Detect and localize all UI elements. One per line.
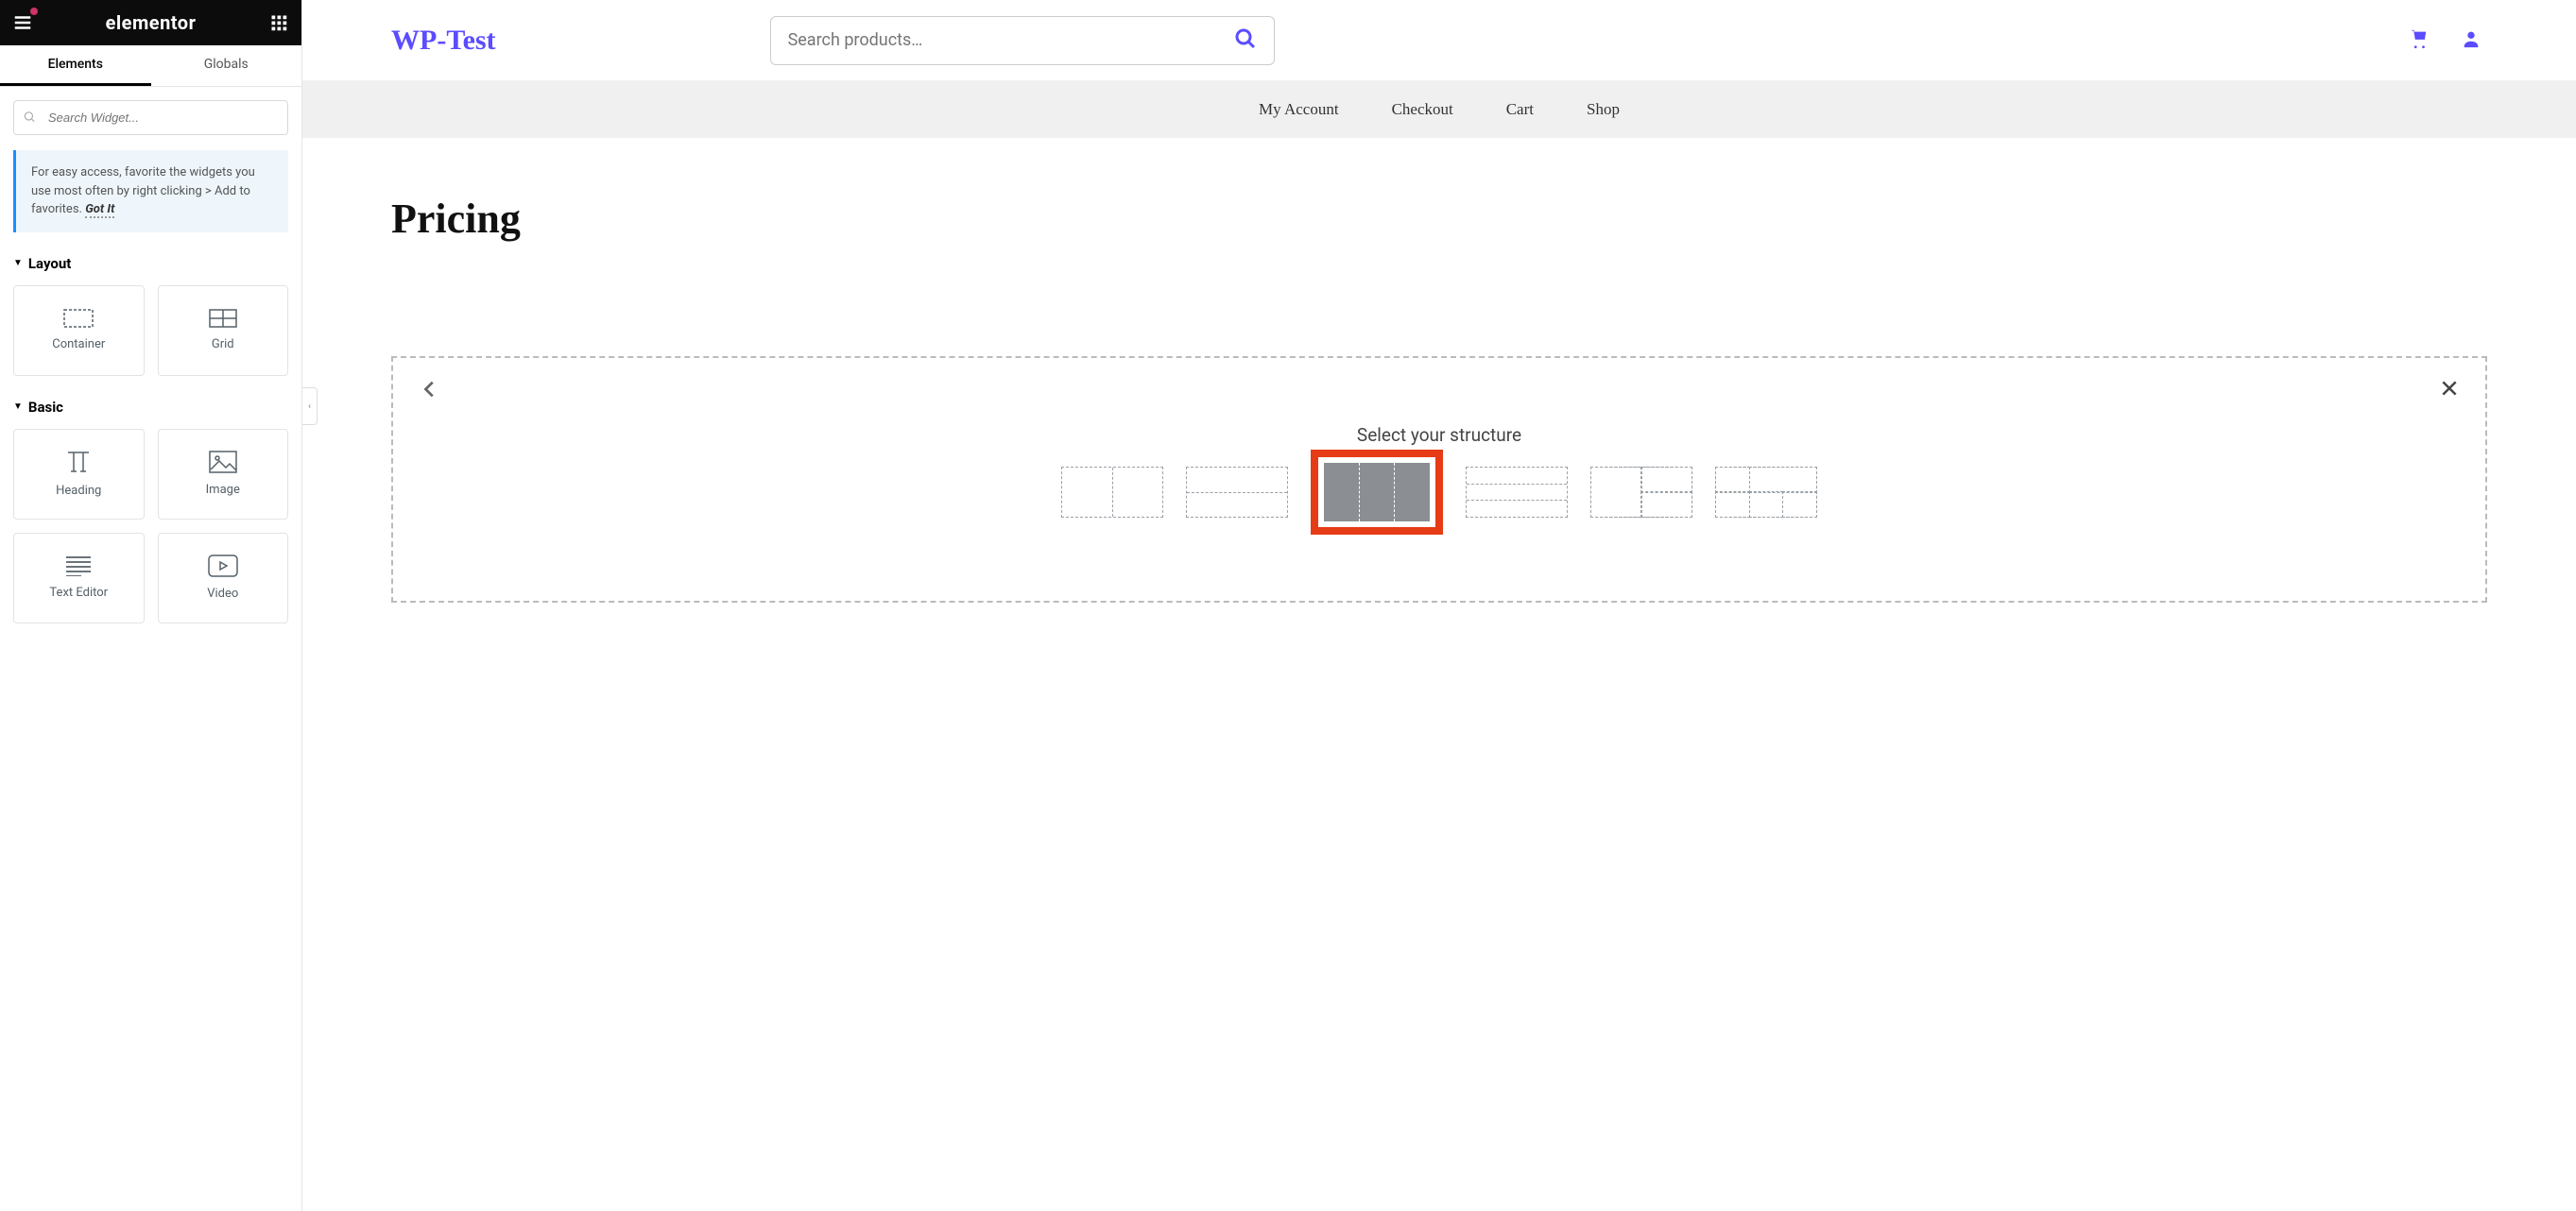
preset-3col-selected[interactable] [1311, 450, 1443, 535]
preset-2row[interactable] [1186, 467, 1288, 518]
tip-text: For easy access, favorite the widgets yo… [31, 165, 255, 216]
product-search-button[interactable] [1234, 27, 1257, 54]
page-title: Pricing [391, 195, 2487, 243]
widget-search-input[interactable] [13, 100, 288, 135]
container-icon [63, 309, 94, 328]
widget-video[interactable]: Video [158, 533, 289, 623]
widget-image[interactable]: Image [158, 429, 289, 520]
grid-icon [209, 309, 237, 328]
heading-icon [64, 450, 93, 474]
text-editor-icon [64, 555, 93, 576]
widget-grid[interactable]: Grid [158, 285, 289, 376]
structure-close-button[interactable] [2440, 379, 2459, 401]
close-icon [2440, 379, 2459, 398]
widget-label: Grid [212, 337, 234, 351]
nav-cart[interactable]: Cart [1506, 100, 1534, 119]
widget-search [13, 100, 288, 135]
menu-button[interactable] [11, 11, 34, 34]
hamburger-icon [12, 12, 33, 33]
editor-canvas: WP-Test My Account Checkout Cart Shop [302, 0, 2576, 1211]
structure-heading: Select your structure [421, 424, 2457, 446]
nav-shop[interactable]: Shop [1587, 100, 1620, 119]
user-icon [2461, 28, 2482, 49]
widget-label: Text Editor [49, 586, 108, 600]
nav-checkout[interactable]: Checkout [1392, 100, 1453, 119]
caret-down-icon: ▼ [13, 401, 23, 412]
structure-selector: Select your structure [391, 356, 2487, 603]
search-icon [1234, 27, 1257, 50]
elementor-sidebar: elementor Elements Globals For easy acce… [0, 0, 302, 1211]
widget-text-editor[interactable]: Text Editor [13, 533, 145, 623]
notification-dot-icon [30, 8, 38, 15]
widget-label: Image [206, 483, 240, 497]
sidebar-collapse-handle[interactable]: ‹ [302, 387, 318, 425]
site-header: WP-Test [302, 0, 2576, 81]
apps-button[interactable] [267, 11, 290, 34]
preset-3row[interactable] [1466, 467, 1568, 518]
widget-container[interactable]: Container [13, 285, 145, 376]
preset-left-tall[interactable] [1590, 467, 1692, 518]
cart-icon [2408, 28, 2429, 49]
sidebar-header: elementor [0, 0, 301, 45]
favorites-tip: For easy access, favorite the widgets yo… [13, 150, 288, 232]
video-icon [208, 554, 238, 577]
site-title[interactable]: WP-Test [391, 25, 496, 57]
tip-gotit-link[interactable]: Got It [85, 202, 114, 218]
tab-elements[interactable]: Elements [0, 45, 151, 86]
image-icon [209, 451, 237, 473]
category-basic-label: Basic [28, 399, 63, 416]
apps-grid-icon [270, 14, 287, 31]
tab-globals[interactable]: Globals [151, 45, 302, 86]
category-basic-toggle[interactable]: ▼ Basic [13, 399, 288, 416]
product-search-input[interactable] [788, 30, 1234, 50]
chevron-left-icon [420, 379, 440, 400]
structure-back-button[interactable] [420, 379, 440, 403]
elementor-logo: elementor [106, 11, 197, 34]
widget-heading[interactable]: Heading [13, 429, 145, 520]
structure-presets [421, 467, 2457, 535]
preset-2col[interactable] [1061, 467, 1163, 518]
preset-top-wide[interactable] [1715, 467, 1817, 518]
widget-label: Heading [56, 484, 101, 498]
sidebar-tabs: Elements Globals [0, 45, 301, 87]
product-search [770, 16, 1275, 65]
widget-label: Video [207, 587, 238, 601]
account-link[interactable] [2461, 28, 2482, 53]
chevron-left-icon: ‹ [308, 401, 311, 412]
category-layout-toggle[interactable]: ▼ Layout [13, 255, 288, 272]
site-nav: My Account Checkout Cart Shop [302, 81, 2576, 138]
search-icon [23, 109, 36, 127]
nav-my-account[interactable]: My Account [1259, 100, 1339, 119]
cart-link[interactable] [2408, 28, 2429, 53]
category-layout-label: Layout [28, 255, 71, 272]
widget-label: Container [52, 337, 105, 351]
caret-down-icon: ▼ [13, 258, 23, 268]
